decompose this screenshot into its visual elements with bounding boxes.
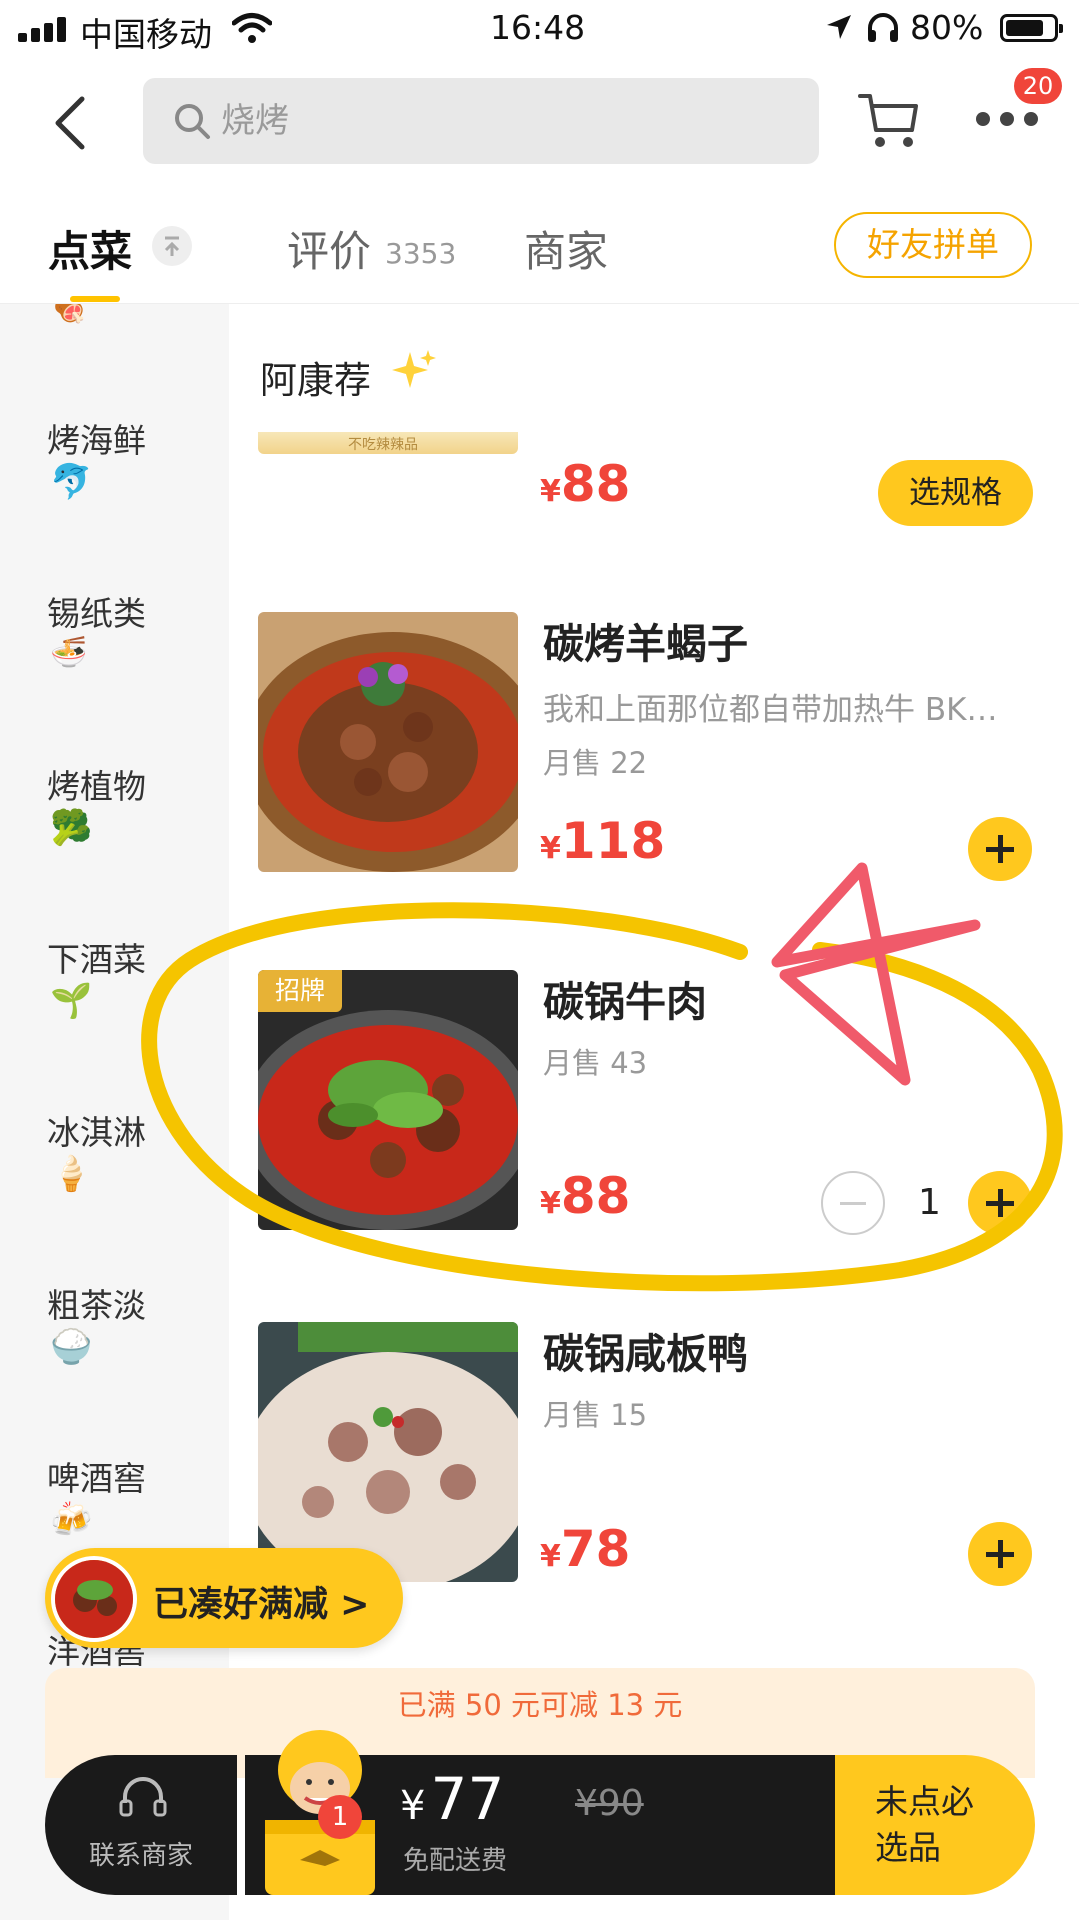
tab-order[interactable]: 点菜 [48,218,132,279]
dish-price: ¥78 [540,1520,631,1578]
dish-sales: 月售 43 [543,1046,648,1080]
add-to-cart-button[interactable] [968,817,1032,881]
collapse-icon[interactable] [152,226,192,266]
sidebar-item-label: 下酒菜 [47,940,146,979]
section-title: 阿康荐 [260,359,371,402]
delivery-note: 免配送费 [403,1846,508,1876]
promo-thumbnail [51,1556,137,1642]
decrease-quantity-button[interactable] [821,1171,885,1235]
back-icon[interactable] [50,95,90,151]
dish-price: ¥88 [540,1167,631,1225]
review-count: 3353 [385,237,457,270]
courier-mascot-icon [265,1730,375,1895]
dish-description: 我和上面那位都自带加热牛 BK… [543,692,998,728]
sprout-icon: 🌱 [50,981,93,1021]
discount-text: 已满 50 元可减 13 元 [397,1688,683,1722]
sidebar-item-icecream[interactable]: 冰淇淋 🍦 [0,1106,229,1276]
battery-icon [1000,14,1063,42]
search-bar[interactable] [143,78,819,164]
dolphin-icon: 🐬 [50,462,93,502]
sidebar-item-label: 锡纸类 [47,594,146,633]
carrier-name: 中国移动 [80,15,212,54]
status-bar: 中国移动 16:48 80% [0,0,1079,56]
dish-image[interactable]: 不吃辣辣品 [258,432,518,454]
sidebar-item-label: 啤酒窖 [47,1459,146,1498]
search-icon [175,104,210,139]
sidebar-item-veggies[interactable]: 烤植物 🥦 [0,760,229,930]
beer-icon: 🍻 [50,1500,93,1540]
more-menu-icon[interactable] [972,100,1042,140]
promo-pill[interactable]: 已凑好满减 > [45,1548,403,1648]
promo-label: 已凑好满减 > [153,1585,370,1625]
checkout-label: 未点必选品 [875,1782,974,1867]
contact-label: 联系商家 [88,1841,193,1871]
cart-count-badge: 1 [318,1795,362,1839]
cart-total: ¥ 77 [400,1765,505,1833]
select-spec-button[interactable]: 选规格 [878,460,1033,526]
quantity-value: 1 [918,1182,941,1223]
sidebar-item-label: 粗茶淡 [47,1286,146,1325]
sidebar-item-label: 烤海鲜 [47,421,146,460]
sidebar-item-foil[interactable]: 锡纸类 🍜 [0,587,229,757]
dish-image[interactable] [258,1322,518,1582]
sidebar-item-plain[interactable]: 粗茶淡 🍚 [0,1279,229,1449]
broccoli-icon: 🥦 [50,808,93,848]
headset-icon [119,1777,167,1817]
notification-badge: 20 [1014,68,1062,104]
dish-sales: 月售 15 [543,1398,648,1432]
meat-icon: 🍖 [50,304,88,325]
active-tab-indicator [70,296,120,302]
add-to-cart-button[interactable] [968,1522,1032,1586]
headphones-icon [868,13,898,42]
sidebar-item-snacks[interactable]: 下酒菜 🌱 [0,933,229,1103]
wifi-icon [232,13,272,43]
tab-reviews[interactable]: 评价 [287,218,371,279]
dish-price: ¥118 [540,812,666,870]
search-input[interactable] [221,78,781,164]
dish-name: 碳锅牛肉 [543,978,707,1026]
group-order-button[interactable]: 好友拼单 [834,212,1032,278]
original-price: ¥90 [575,1783,644,1824]
arrow-up-icon [164,236,180,256]
sidebar-item-label: 冰淇淋 [47,1113,146,1152]
contact-merchant-button[interactable]: 联系商家 [45,1755,237,1895]
bottom-cart-bar[interactable]: 联系商家 ¥ 77 ¥90 免配送费 未点必选品 [45,1730,1035,1895]
rice-bowl-icon: 🍚 [50,1327,93,1367]
dish-image[interactable] [258,612,518,872]
sidebar-item-seafood[interactable]: 烤海鲜 🐬 [0,414,229,584]
clock: 16:48 [490,8,586,47]
dish-name: 碳锅咸板鸭 [543,1330,748,1378]
tab-merchant[interactable]: 商家 [524,218,608,279]
dish-sales: 月售 22 [543,746,648,780]
bowl-icon: 🍜 [50,635,88,670]
signature-badge: 招牌 [258,970,342,1012]
checkout-button[interactable]: 未点必选品 [835,1755,1035,1895]
dish-name: 碳烤羊蝎子 [543,620,748,668]
dish-image[interactable]: 招牌 [258,970,518,1230]
add-to-cart-button[interactable] [968,1171,1032,1235]
sparkle-icon [392,350,436,388]
signal-icon [18,16,68,42]
ice-cream-icon: 🍦 [50,1154,93,1194]
dish-price: ¥88 [540,455,631,513]
cart-icon[interactable] [858,90,920,150]
sidebar-item-label: 烤植物 [47,767,146,806]
battery-percent: 80% [910,8,984,47]
location-arrow-icon [827,15,851,39]
